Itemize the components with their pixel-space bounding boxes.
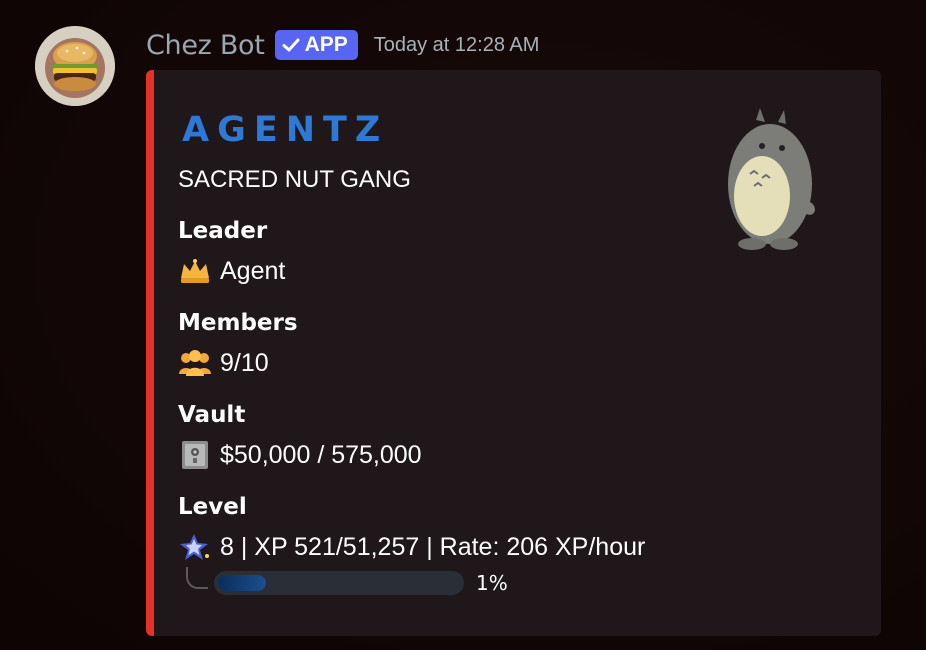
verified-check-icon (282, 38, 300, 52)
safe-icon (178, 440, 212, 470)
xp-progress-fill (218, 575, 266, 591)
gang-subtitle: SACRED NUT GANG (178, 166, 411, 193)
gang-logo: AGENTZ (182, 110, 388, 150)
field-leader-name: Leader (178, 218, 268, 244)
xp-progress-percent: 1% (476, 571, 508, 595)
bot-avatar[interactable] (35, 26, 115, 106)
embed-thumbnail[interactable] (718, 106, 818, 252)
field-level-value: 8 | XP 521/51,257 | Rate: 206 XP/hour (178, 532, 645, 562)
field-members-value: 9/10 (178, 348, 269, 378)
field-leader-value: Agent (178, 256, 285, 286)
message-header: Chez Bot APP Today at 12:28 AM (146, 28, 539, 62)
author-name[interactable]: Chez Bot (146, 30, 265, 61)
xp-progress: 1% (186, 567, 508, 599)
level-stats: 8 | XP 521/51,257 | Rate: 206 XP/hour (220, 532, 646, 561)
app-badge: APP (274, 30, 358, 60)
reply-hook-icon (186, 567, 208, 589)
leader-name: Agent (220, 256, 286, 285)
field-members-name: Members (178, 310, 298, 336)
field-vault-value: $50,000 / 575,000 (178, 440, 422, 470)
app-badge-label: APP (304, 33, 348, 56)
embed-accent-bar (146, 70, 154, 636)
xp-progress-track (214, 571, 464, 595)
message-timestamp[interactable]: Today at 12:28 AM (374, 34, 540, 57)
field-vault-name: Vault (178, 402, 246, 428)
star-icon (178, 532, 212, 562)
people-icon (178, 348, 212, 378)
crown-icon (178, 256, 212, 286)
totoro-icon (728, 108, 815, 250)
field-level-name: Level (178, 494, 247, 520)
gang-logo-text: AGENTZ (182, 110, 389, 150)
vault-balance: $50,000 / 575,000 (220, 440, 422, 469)
burger-icon (35, 26, 115, 106)
gang-embed: AGENTZ SACRED NUT GANG Leader Agent Memb… (146, 70, 881, 636)
members-count: 9/10 (220, 348, 269, 377)
